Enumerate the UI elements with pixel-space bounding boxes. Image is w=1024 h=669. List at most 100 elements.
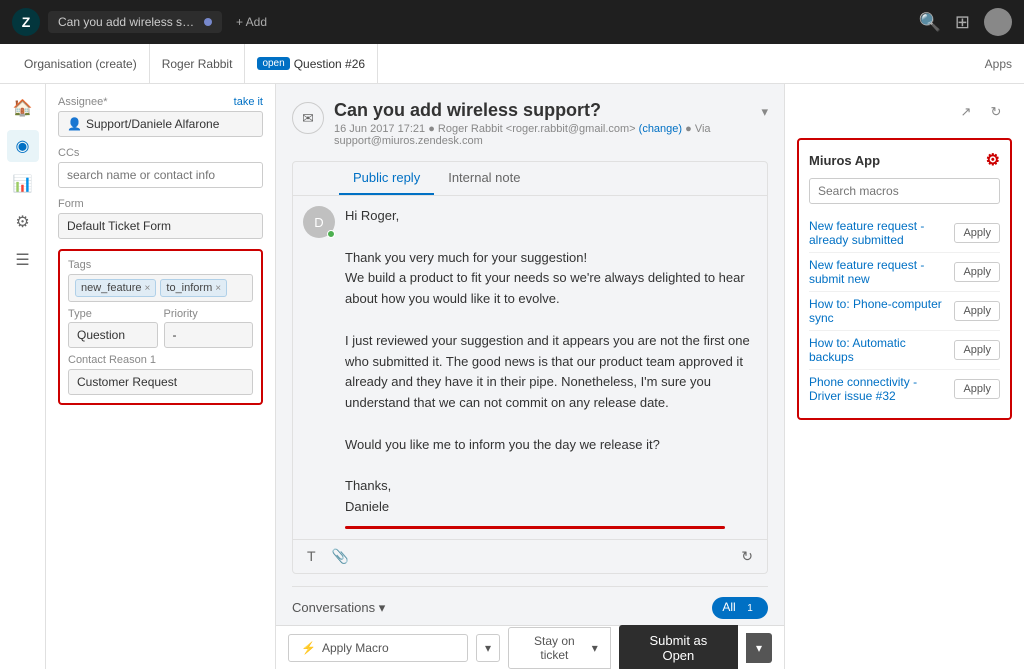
ticket-tab-label: Can you add wireless suppo... bbox=[58, 15, 198, 29]
apply-macro-chevron[interactable]: ▾ bbox=[476, 634, 500, 662]
macro-apply-1[interactable]: Apply bbox=[954, 262, 1000, 282]
apply-macro-button[interactable]: ⚡ Apply Macro bbox=[288, 634, 468, 662]
conv-count: 1 bbox=[742, 600, 758, 616]
stay-on-ticket-label: Stay on ticket bbox=[521, 634, 588, 662]
submit-chevron[interactable]: ▾ bbox=[746, 633, 772, 663]
type-input[interactable] bbox=[68, 322, 158, 348]
change-link[interactable]: (change) bbox=[639, 123, 682, 135]
tags-container[interactable]: new_feature × to_inform × bbox=[68, 274, 253, 302]
ticket-header: ✉ Can you add wireless support? 16 Jun 2… bbox=[292, 100, 768, 147]
ticket-expand-icon[interactable]: ▾ bbox=[761, 104, 768, 120]
form-input bbox=[58, 213, 263, 239]
tab-public-reply[interactable]: Public reply bbox=[339, 162, 434, 195]
content-area: ✉ Can you add wireless support? 16 Jun 2… bbox=[276, 84, 784, 669]
macro-name-4[interactable]: Phone connectivity - Driver issue #32 bbox=[809, 375, 948, 403]
nav-settings-icon[interactable]: ⚙ bbox=[7, 206, 39, 238]
miuros-gear-icon[interactable]: ⚙ bbox=[986, 150, 1000, 170]
ticket-header-info: Can you add wireless support? 16 Jun 201… bbox=[334, 100, 751, 147]
reply-tabs: Public reply Internal note bbox=[293, 162, 767, 196]
tag-remove-to-inform[interactable]: × bbox=[215, 283, 221, 294]
miuros-app-box: Miuros App ⚙ New feature request - alrea… bbox=[797, 138, 1012, 420]
sidebar: Assignee* take it 👤 Support/Daniele Alfa… bbox=[46, 84, 276, 669]
reply-toolbar: T 📎 ↻ bbox=[293, 539, 767, 573]
priority-field: Priority bbox=[164, 308, 254, 348]
contact-reason-field: Contact Reason 1 bbox=[68, 354, 253, 395]
type-label: Type bbox=[68, 308, 158, 320]
assignee-field: Assignee* take it 👤 Support/Daniele Alfa… bbox=[58, 96, 263, 137]
reply-content: D Hi Roger, Thank you very much for your… bbox=[293, 196, 767, 539]
text-format-button[interactable]: T bbox=[303, 546, 320, 566]
macro-name-0[interactable]: New feature request - already submitted bbox=[809, 219, 948, 247]
right-panel: ↗ ↻ Miuros App ⚙ New feature request - a… bbox=[784, 84, 1024, 669]
breadcrumb-user[interactable]: Roger Rabbit bbox=[150, 44, 246, 84]
main-layout: 🏠 ◉ 📊 ⚙ ☰ Assignee* take it 👤 Support/Da… bbox=[0, 84, 1024, 669]
conversations-header: Conversations ▾ All 1 bbox=[292, 597, 768, 620]
miuros-title: Miuros App ⚙ bbox=[809, 150, 1000, 170]
breadcrumb: Organisation (create) Roger Rabbit open … bbox=[0, 44, 1024, 84]
conversations-title[interactable]: Conversations ▾ bbox=[292, 600, 385, 616]
macros-list: New feature request - already submitted … bbox=[809, 214, 1000, 408]
assignee-input[interactable]: 👤 Support/Daniele Alfarone bbox=[58, 111, 263, 137]
breadcrumb-org[interactable]: Organisation (create) bbox=[12, 44, 150, 84]
submit-button[interactable]: Submit as Open bbox=[619, 625, 738, 669]
breadcrumb-ticket[interactable]: open Question #26 bbox=[245, 44, 378, 84]
priority-input[interactable] bbox=[164, 322, 254, 348]
macro-apply-3[interactable]: Apply bbox=[954, 340, 1000, 360]
reply-text[interactable]: Hi Roger, Thank you very much for your s… bbox=[345, 206, 757, 518]
tag-to-inform: to_inform × bbox=[160, 279, 227, 297]
apps-button[interactable]: Apps bbox=[985, 57, 1012, 71]
filter-all[interactable]: All 1 bbox=[712, 597, 768, 620]
nav-home-icon[interactable]: 🏠 bbox=[7, 92, 39, 124]
search-icon[interactable]: 🔍 bbox=[918, 12, 940, 33]
panel-refresh-icon[interactable]: ↻ bbox=[984, 100, 1008, 124]
user-avatar[interactable] bbox=[984, 8, 1012, 36]
grid-icon[interactable]: ⊞ bbox=[955, 12, 970, 33]
contact-reason-label: Contact Reason 1 bbox=[68, 354, 253, 366]
panel-share-icon[interactable]: ↗ bbox=[954, 100, 978, 124]
macro-apply-4[interactable]: Apply bbox=[954, 379, 1000, 399]
ticket-tab-dot bbox=[204, 18, 212, 26]
macro-apply-0[interactable]: Apply bbox=[954, 223, 1000, 243]
apply-macro-label: Apply Macro bbox=[322, 641, 389, 655]
nav-reports-icon[interactable]: 📊 bbox=[7, 168, 39, 200]
top-bar: Z Can you add wireless suppo... + Add 🔍 … bbox=[0, 0, 1024, 44]
type-field: Type bbox=[68, 308, 158, 348]
macro-item-0: New feature request - already submitted … bbox=[809, 214, 1000, 253]
nav-tickets-icon[interactable]: ◉ bbox=[7, 130, 39, 162]
left-nav: 🏠 ◉ 📊 ⚙ ☰ bbox=[0, 84, 46, 669]
cc-input[interactable] bbox=[58, 162, 263, 188]
macro-name-3[interactable]: How to: Automatic backups bbox=[809, 336, 948, 364]
apply-macro-icon: ⚡ bbox=[301, 641, 316, 655]
reply-area: Public reply Internal note D Hi Roger, bbox=[292, 161, 768, 574]
macro-apply-2[interactable]: Apply bbox=[954, 301, 1000, 321]
tags-field: Tags new_feature × to_inform × bbox=[68, 259, 253, 302]
reply-avatar: D bbox=[303, 206, 335, 238]
macro-item-2: How to: Phone-computer sync Apply bbox=[809, 292, 1000, 331]
form-field: Form bbox=[58, 198, 263, 239]
cc-field: CCs bbox=[58, 147, 263, 188]
macro-name-1[interactable]: New feature request - submit new bbox=[809, 258, 948, 286]
refresh-button[interactable]: ↻ bbox=[737, 546, 757, 567]
nav-menu-icon[interactable]: ☰ bbox=[7, 244, 39, 276]
type-priority-row: Type Priority bbox=[68, 308, 253, 348]
macro-item-3: How to: Automatic backups Apply bbox=[809, 331, 1000, 370]
ticket-title: Can you add wireless support? bbox=[334, 100, 751, 121]
assignee-label: Assignee* take it bbox=[58, 96, 263, 108]
stay-on-ticket-button[interactable]: Stay on ticket ▾ bbox=[508, 627, 611, 669]
tag-new-feature: new_feature × bbox=[75, 279, 156, 297]
tag-remove-new-feature[interactable]: × bbox=[145, 283, 151, 294]
reply-body-area: Hi Roger, Thank you very much for your s… bbox=[345, 206, 757, 529]
ticket-tab[interactable]: Can you add wireless suppo... bbox=[48, 11, 222, 33]
ticket-content: ✉ Can you add wireless support? 16 Jun 2… bbox=[276, 84, 784, 625]
priority-label: Priority bbox=[164, 308, 254, 320]
panel-actions: ↗ ↻ bbox=[797, 96, 1012, 128]
add-button[interactable]: + Add bbox=[236, 15, 267, 29]
top-bar-right: 🔍 ⊞ bbox=[918, 8, 1012, 36]
ticket-status-badge: open bbox=[257, 57, 289, 70]
macro-name-2[interactable]: How to: Phone-computer sync bbox=[809, 297, 948, 325]
tab-internal-note[interactable]: Internal note bbox=[434, 162, 534, 195]
macro-search-input[interactable] bbox=[809, 178, 1000, 204]
attachment-button[interactable]: 📎 bbox=[328, 546, 353, 567]
take-it-link[interactable]: take it bbox=[234, 96, 263, 108]
tags-label: Tags bbox=[68, 259, 253, 271]
